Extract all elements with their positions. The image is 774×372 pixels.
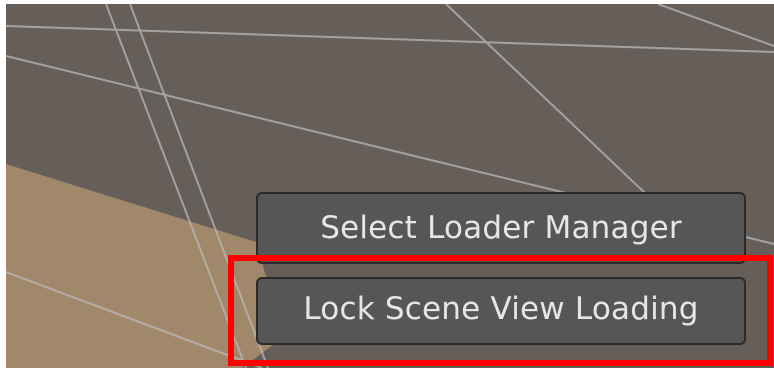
select-loader-manager-button[interactable]: Select Loader Manager — [256, 192, 746, 264]
lock-scene-view-loading-button[interactable]: Lock Scene View Loading — [256, 277, 746, 345]
